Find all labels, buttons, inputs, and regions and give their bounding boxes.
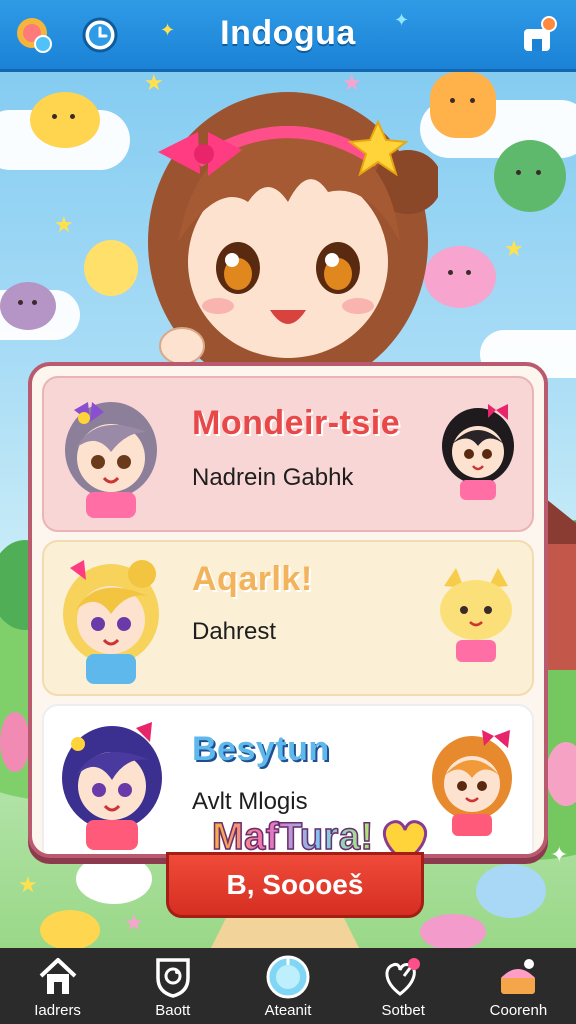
sparkle-icon: ✦ bbox=[394, 10, 410, 30]
shield-icon bbox=[156, 958, 190, 998]
yellow-blob-creature bbox=[30, 92, 100, 148]
top-app-bar: ✦ ✦ Indogua bbox=[0, 0, 576, 72]
content-list-panel: Mondeir-tsie Nadrein Gabhk Aqarlk! Dahre… bbox=[28, 362, 548, 858]
item-title: Mondeir-tsie bbox=[192, 404, 401, 442]
white-blob-creature bbox=[76, 854, 152, 904]
nav-label: Iadrers bbox=[34, 1002, 81, 1019]
treasure-icon bbox=[501, 959, 536, 994]
item-title: Besytun bbox=[192, 730, 330, 768]
bottom-navigation: Iadrers Baott Ateanit Sotbet Coorenh bbox=[0, 948, 576, 1024]
black-haired-girl-avatar-icon bbox=[442, 404, 514, 500]
heart-pin-icon bbox=[385, 958, 421, 996]
star-icon: ★ bbox=[504, 236, 524, 261]
list-item[interactable]: Besytun Avlt Mlogis MafTura! bbox=[42, 704, 534, 854]
shop-icon bbox=[524, 16, 557, 51]
yellow-cat-avatar-icon bbox=[440, 568, 512, 662]
nav-label: Ateanit bbox=[264, 1002, 312, 1019]
green-blob-creature bbox=[494, 140, 566, 212]
yellow-duck-creature bbox=[84, 240, 138, 296]
sparkle-icon: ✦ bbox=[160, 20, 176, 40]
star-icon: ★ bbox=[18, 872, 38, 897]
orange-haired-girl-avatar-icon bbox=[432, 730, 512, 836]
nav-item-home[interactable]: Iadrers bbox=[0, 948, 115, 1024]
nav-label: Baott bbox=[155, 1002, 191, 1019]
yellow-blob-creature bbox=[40, 910, 100, 950]
grey-haired-girl-avatar-icon bbox=[65, 402, 157, 518]
nav-item-shield[interactable]: Baott bbox=[115, 948, 230, 1024]
blue-blob-creature bbox=[476, 864, 546, 918]
pink-blob-creature bbox=[0, 712, 30, 772]
star-icon: ✦ bbox=[550, 842, 569, 867]
clock-icon bbox=[82, 17, 118, 53]
item-title: Aqarlk! bbox=[192, 560, 313, 598]
nav-label: Coorenh bbox=[489, 1002, 548, 1019]
orange-blob-creature bbox=[430, 72, 496, 138]
purple-haired-girl-avatar-icon bbox=[62, 722, 162, 850]
clock-button[interactable] bbox=[78, 13, 122, 57]
item-subtitle: Avlt Mlogis bbox=[192, 788, 308, 815]
home-icon bbox=[39, 958, 76, 994]
item-subtitle: Dahrest bbox=[192, 618, 277, 645]
nav-item-heart-pin[interactable]: Sotbet bbox=[346, 948, 461, 1024]
pink-blob-creature bbox=[420, 914, 486, 950]
star-icon: ★ bbox=[124, 910, 144, 935]
profile-badge-icon bbox=[17, 18, 52, 53]
star-icon: ★ bbox=[54, 212, 74, 237]
primary-action-button[interactable]: B, Soooeš bbox=[166, 852, 424, 918]
main-character-illustration bbox=[148, 92, 438, 382]
list-item[interactable]: Aqarlk! Dahrest bbox=[42, 540, 534, 696]
shop-button[interactable] bbox=[516, 13, 560, 57]
profile-badge-button[interactable] bbox=[12, 13, 56, 57]
star-icon: ★ bbox=[144, 70, 164, 95]
nav-item-treasure[interactable]: Coorenh bbox=[461, 948, 576, 1024]
purple-blob-creature bbox=[0, 282, 56, 330]
nav-item-globe[interactable]: Ateanit bbox=[230, 948, 345, 1024]
star-icon: ★ bbox=[342, 70, 362, 95]
item-subtitle: Nadrein Gabhk bbox=[192, 464, 354, 491]
blonde-girl-avatar-icon bbox=[63, 560, 159, 684]
nav-label: Sotbet bbox=[381, 1002, 425, 1019]
list-item[interactable]: Mondeir-tsie Nadrein Gabhk bbox=[42, 376, 534, 532]
globe-icon bbox=[266, 955, 310, 999]
